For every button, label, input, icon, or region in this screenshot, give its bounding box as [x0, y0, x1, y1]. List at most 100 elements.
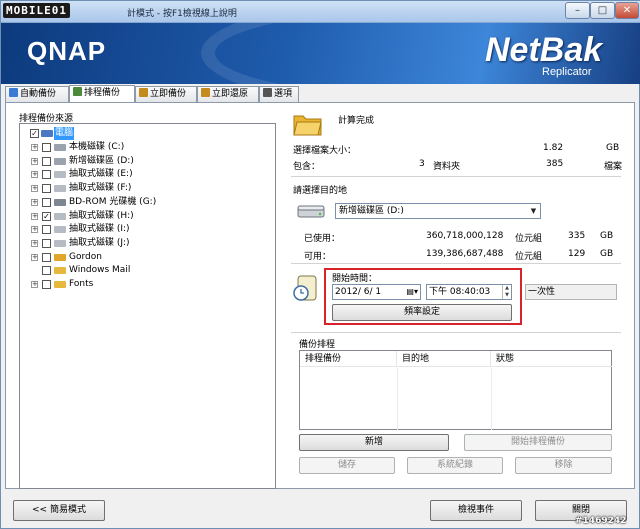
backup-now-icon	[139, 88, 148, 97]
tree-checkbox[interactable]	[42, 170, 51, 180]
qnap-logo: QNAP	[27, 36, 107, 66]
add-button[interactable]: 新增	[299, 434, 449, 451]
tab-label: 排程備份	[84, 88, 121, 98]
simple-mode-button[interactable]: << 簡易模式	[13, 500, 105, 521]
frequency-settings-button[interactable]: 頻率設定	[332, 304, 512, 321]
folders-unit: 資料夾	[433, 162, 461, 172]
scheduled-backup-icon	[73, 87, 82, 96]
expand-icon[interactable]: +	[31, 198, 38, 206]
tree-label: 抽取式磁碟 (E:)	[69, 169, 133, 180]
tab-label: 自動備份	[20, 89, 57, 99]
start-date-picker[interactable]: 2012/ 6/ 1 ▤▾	[332, 284, 421, 300]
hard-drive-icon	[297, 205, 325, 218]
frequency-display: 一次性	[525, 284, 617, 300]
product-banner: QNAP NetBak Replicator	[1, 23, 640, 84]
start-time-value: 下午 08:40:03	[429, 287, 491, 297]
free-label: 可用：	[304, 252, 332, 262]
tree-checkbox[interactable]	[42, 184, 51, 194]
expand-icon[interactable]: +	[31, 144, 38, 151]
selected-size-value: 1.82	[543, 143, 564, 153]
tree-checkbox[interactable]	[42, 225, 51, 235]
window-title: 計模式 - 按F1檢視線上說明	[127, 9, 237, 19]
tab-auto-backup[interactable]: 自動備份	[5, 86, 69, 102]
tab-options[interactable]: 選項	[259, 86, 299, 102]
removable-drive-icon	[54, 212, 66, 220]
tab-backup-now[interactable]: 立即備份	[135, 86, 197, 102]
folder-icon	[293, 115, 322, 136]
tree-checkbox[interactable]	[42, 238, 51, 248]
save-button[interactable]: 儲存	[299, 457, 395, 474]
column-divider	[397, 368, 398, 430]
expand-icon[interactable]: +	[31, 212, 38, 220]
close-window-button[interactable]: ✕	[615, 2, 639, 19]
expand-icon[interactable]: +	[31, 185, 38, 193]
jobs-label: 備份排程	[299, 340, 336, 350]
system-log-button[interactable]: 系統紀錄	[407, 457, 503, 474]
column-header[interactable]: 排程備份	[300, 351, 397, 367]
expand-icon[interactable]: +	[31, 253, 38, 261]
selected-size-label: 選擇檔案大小：	[293, 146, 357, 156]
hard-drive-icon	[54, 157, 66, 165]
contains-label: 包含：	[293, 162, 321, 172]
free-gb-unit: GB	[600, 249, 614, 259]
folders-count: 3	[419, 159, 425, 169]
tree-checkbox[interactable]	[42, 266, 51, 276]
divider	[291, 263, 621, 264]
remove-button[interactable]: 移除	[515, 457, 612, 474]
tree-checkbox[interactable]	[42, 252, 51, 262]
backup-schedule-table[interactable]: 排程備份 目的地 狀態	[299, 350, 612, 430]
start-time-label: 開始時間：	[332, 274, 378, 284]
tree-label: 抽取式磁碟 (F:)	[69, 183, 132, 194]
tree-checkbox[interactable]: ✓	[30, 129, 39, 138]
destination-label: 請選擇目的地	[293, 186, 348, 196]
tree-label: 抽取式磁碟 (I:)	[69, 224, 130, 235]
tree-checkbox[interactable]	[42, 143, 51, 152]
expand-icon[interactable]: +	[31, 281, 38, 288]
tab-scheduled-backup[interactable]: 排程備份	[69, 85, 135, 103]
destination-select[interactable]: 新增磁碟區 (D:) ▼	[335, 203, 541, 219]
user-folder-icon	[54, 253, 66, 261]
used-gb-unit: GB	[600, 231, 614, 241]
column-header[interactable]: 目的地	[397, 351, 491, 367]
maximize-button[interactable]: □	[590, 2, 615, 19]
expand-icon[interactable]: +	[31, 171, 38, 179]
tree-label: BD-ROM 光碟機 (G:)	[69, 196, 157, 207]
view-events-button[interactable]: 檢視事件	[430, 500, 522, 521]
tree-label: 新增磁碟區 (D:)	[69, 155, 134, 166]
column-header[interactable]: 狀態	[491, 351, 612, 367]
free-bytes-unit: 位元組	[515, 252, 543, 262]
expand-icon[interactable]: +	[31, 157, 38, 165]
removable-drive-icon	[54, 226, 66, 234]
calc-status: 計算完成	[338, 116, 375, 126]
column-divider	[491, 368, 492, 430]
start-date-value: 2012/ 6/ 1	[335, 287, 382, 297]
start-scheduled-backup-button[interactable]: 開始排程備份	[464, 434, 612, 451]
calendar-dropdown-icon[interactable]: ▤▾	[406, 285, 418, 299]
tree-checkbox[interactable]	[42, 280, 51, 289]
tree-label: Fonts	[69, 279, 94, 289]
expand-icon[interactable]: +	[31, 239, 38, 247]
tree-checkbox[interactable]	[42, 156, 51, 166]
auto-backup-icon	[9, 88, 18, 97]
files-count: 385	[546, 159, 564, 169]
used-gb: 335	[568, 231, 586, 241]
tree-checkbox[interactable]: ✓	[42, 211, 51, 221]
source-tree[interactable]: ✓ 電腦 + 本機磁碟 (C:) + 新增磁碟區 (D:) + 抽取式磁碟 (E:) + 抽取…	[19, 123, 276, 489]
options-icon	[263, 88, 272, 97]
chevron-down-icon[interactable]: ▼	[528, 205, 539, 217]
tree-label: 電腦	[54, 127, 75, 140]
optical-drive-icon	[54, 198, 66, 206]
divider	[291, 332, 621, 333]
time-spinner-icon[interactable]: ▲ ▼	[502, 285, 511, 299]
expand-icon[interactable]: +	[31, 226, 38, 234]
tab-restore-now[interactable]: 立即還原	[197, 86, 259, 102]
tab-label: 立即備份	[150, 89, 187, 99]
tree-checkbox[interactable]	[42, 197, 51, 207]
restore-now-icon	[201, 88, 210, 97]
app-window: MOBILE01 計模式 - 按F1檢視線上說明 – □ ✕ QNAP NetB…	[0, 0, 640, 529]
selected-size-unit: GB	[606, 143, 620, 153]
start-time-picker[interactable]: 下午 08:40:03 ▲ ▼	[426, 284, 512, 300]
used-bytes-unit: 位元組	[515, 234, 543, 244]
product-subtitle: Replicator	[542, 66, 592, 78]
minimize-button[interactable]: –	[565, 2, 590, 19]
